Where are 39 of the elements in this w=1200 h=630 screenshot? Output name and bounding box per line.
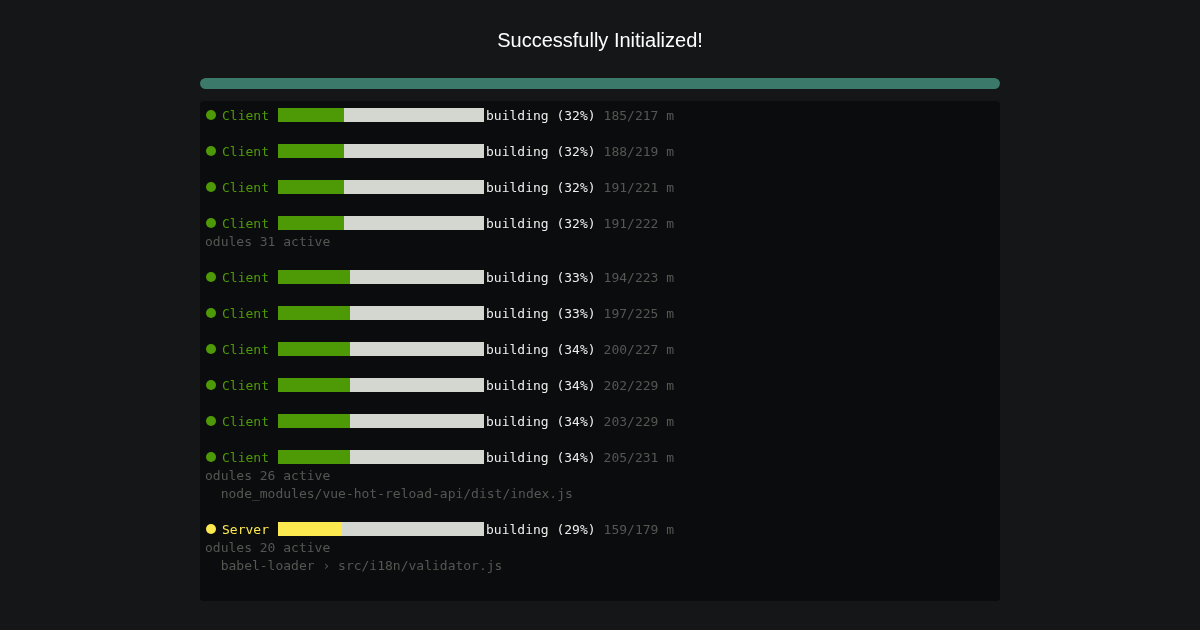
module-count: 185/217 m [603, 107, 675, 123]
build-status: building (32%) [486, 179, 596, 195]
module-count: 197/225 m [603, 305, 675, 321]
build-status: building (34%) [486, 413, 596, 429]
build-status: building (32%) [486, 107, 596, 123]
module-count: 202/229 m [603, 377, 675, 393]
build-name: Client [222, 107, 270, 123]
log-line: odules 26 active [205, 467, 331, 483]
build-name: Client [222, 449, 270, 465]
status-title: Successfully Initialized! [497, 29, 703, 53]
build-status: building (29%) [486, 521, 596, 537]
build-status: building (32%) [486, 215, 596, 231]
module-count: 194/223 m [603, 269, 675, 285]
build-name: Client [222, 305, 270, 321]
build-status: building (33%) [486, 305, 596, 321]
build-name: Server [222, 521, 270, 537]
module-count: 205/231 m [603, 449, 675, 465]
build-status: building (33%) [486, 269, 596, 285]
build-name: Client [222, 143, 270, 159]
log-line: odules 31 active [205, 233, 331, 249]
module-count: 191/221 m [603, 179, 675, 195]
build-name: Client [222, 215, 270, 231]
build-name: Client [222, 269, 270, 285]
build-status: building (34%) [486, 377, 596, 393]
build-name: Client [222, 413, 270, 429]
build-name: Client [222, 341, 270, 357]
module-count: 188/219 m [603, 143, 675, 159]
log-line: babel-loader › src/i18n/validator.js [219, 557, 503, 573]
log-line: node_modules/vue-hot-reload-api/dist/index.js [219, 485, 573, 501]
module-count: 191/222 m [603, 215, 675, 231]
build-status: building (34%) [486, 341, 596, 357]
build-name: Client [222, 377, 270, 393]
module-count: 203/229 m [603, 413, 675, 429]
module-count: 200/227 m [603, 341, 675, 357]
build-name: Client [222, 179, 270, 195]
build-status: building (34%) [486, 449, 596, 465]
build-status: building (32%) [486, 143, 596, 159]
module-count: 159/179 m [603, 521, 675, 537]
log-line: odules 20 active [205, 539, 331, 555]
